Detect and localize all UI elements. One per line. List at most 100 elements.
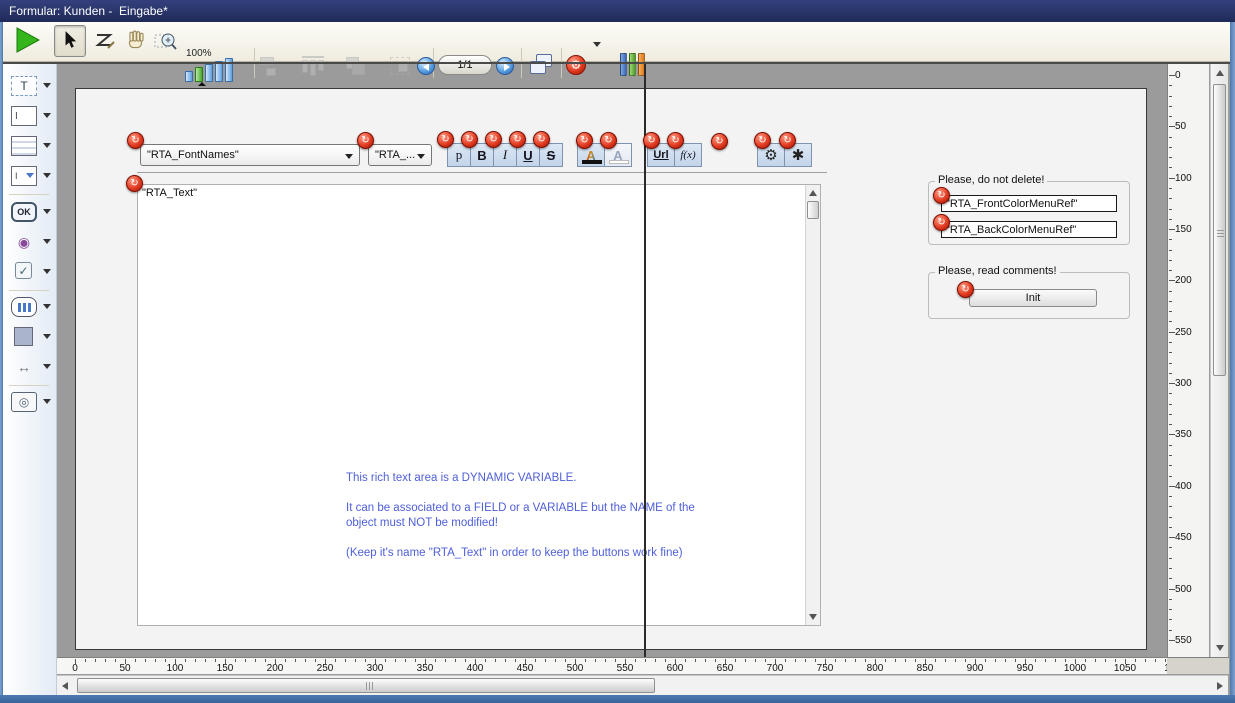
- object-method-badge[interactable]: ↻: [754, 132, 771, 149]
- object-method-badge[interactable]: ↻: [357, 132, 374, 149]
- chevron-down-icon[interactable]: [43, 209, 51, 214]
- zoom-bar-50[interactable]: [185, 71, 193, 82]
- ruler-tick: [255, 659, 256, 662]
- entry-order-tool-button[interactable]: [92, 29, 120, 55]
- ruler-tick: [305, 659, 306, 662]
- zoom-bar-100[interactable]: [195, 67, 203, 82]
- font-names-dropdown[interactable]: "RTA_FontNames": [140, 144, 360, 166]
- object-method-badge[interactable]: ↻: [576, 132, 593, 149]
- object-method-badge[interactable]: ↻: [600, 132, 617, 149]
- splitter-tool[interactable]: ↔: [7, 355, 55, 381]
- plugin-area-tool[interactable]: ◎: [7, 390, 55, 416]
- chevron-down-icon[interactable]: [43, 304, 51, 309]
- chevron-down-icon[interactable]: [43, 399, 51, 404]
- button-bar-tool[interactable]: [7, 295, 55, 321]
- object-method-badge[interactable]: ↻: [957, 281, 974, 298]
- select-tool-button[interactable]: [54, 25, 86, 57]
- checkbox-tool[interactable]: ✓: [7, 260, 55, 286]
- previous-page-button[interactable]: [417, 57, 435, 75]
- object-method-badge[interactable]: ↻: [933, 187, 950, 204]
- ruler-label: 150: [217, 663, 234, 674]
- init-button[interactable]: Init: [969, 289, 1097, 307]
- ruler-tick: [335, 659, 336, 662]
- book-icon: [620, 53, 627, 76]
- input-tool[interactable]: I: [7, 104, 55, 130]
- ruler-label: 950: [1017, 663, 1034, 674]
- form-pages-button[interactable]: [529, 53, 555, 77]
- zoom-tool-button[interactable]: [151, 28, 181, 56]
- form-properties-button[interactable]: ⚙: [566, 55, 586, 75]
- horizontal-scrollbar[interactable]: [57, 675, 1228, 695]
- rich-text-area[interactable]: "RTA_Text" This rich text area is a DYNA…: [137, 184, 821, 626]
- input-tool-icon: I: [11, 106, 37, 126]
- chevron-down-icon[interactable]: [43, 173, 51, 178]
- ruler-tick: [1169, 239, 1172, 240]
- scroll-left-icon[interactable]: [62, 682, 68, 690]
- title-bar[interactable]: Formular: Kunden - Eingabe*: [0, 0, 1235, 22]
- font-size-dropdown[interactable]: "RTA_...: [368, 144, 432, 166]
- ruler-tick: [1169, 198, 1172, 199]
- move-tool-button[interactable]: [122, 29, 150, 55]
- object-method-badge[interactable]: ↻: [461, 131, 478, 148]
- ruler-tick: [955, 659, 956, 662]
- ruler-tick: [1169, 301, 1172, 302]
- next-page-button[interactable]: [496, 57, 514, 75]
- scroll-up-icon[interactable]: [809, 190, 817, 196]
- ruler-label: 900: [967, 663, 984, 674]
- vertical-ruler: 050100150200250300350400450500550: [1167, 64, 1209, 657]
- chevron-down-icon[interactable]: [43, 364, 51, 369]
- object-method-badge[interactable]: ↻: [127, 132, 144, 149]
- vertical-scrollbar[interactable]: [1210, 64, 1228, 657]
- vertical-scroll-thumb[interactable]: [1213, 84, 1226, 376]
- listbox-tool[interactable]: [7, 134, 55, 160]
- chevron-down-icon[interactable]: [43, 334, 51, 339]
- object-method-badge[interactable]: ↻: [437, 131, 454, 148]
- ruler-tick: [1169, 219, 1172, 220]
- chevron-down-icon[interactable]: [43, 143, 51, 148]
- button-tool[interactable]: OK: [7, 200, 55, 226]
- scroll-down-icon[interactable]: [1216, 645, 1224, 651]
- object-method-badge[interactable]: ↻: [533, 131, 550, 148]
- rta-comment-paragraph: This rich text area is a DYNAMIC VARIABL…: [346, 471, 708, 486]
- object-method-badge[interactable]: ↻: [485, 131, 502, 148]
- chevron-down-icon[interactable]: [43, 113, 51, 118]
- rectangle-tool[interactable]: [7, 325, 55, 351]
- chevron-down-icon[interactable]: [593, 42, 601, 47]
- zoom-bar-200[interactable]: [205, 64, 213, 82]
- ruler-tick: [145, 659, 146, 662]
- ruler-tick: [785, 659, 786, 662]
- scroll-right-icon[interactable]: [1217, 682, 1223, 690]
- ruler-tick: [1105, 659, 1106, 662]
- radio-button-tool[interactable]: ◉: [7, 230, 55, 256]
- execute-form-button[interactable]: [14, 26, 42, 56]
- chevron-down-icon: [345, 154, 353, 159]
- ruler-label: 300: [367, 663, 384, 674]
- front-color-menu-field[interactable]: "RTA_FrontColorMenuRef": [941, 195, 1117, 212]
- chevron-down-icon[interactable]: [43, 83, 51, 88]
- ruler-tick: [1169, 373, 1172, 374]
- scroll-up-icon[interactable]: [1216, 70, 1224, 76]
- horizontal-scroll-thumb[interactable]: [77, 678, 655, 693]
- object-method-badge[interactable]: ↻: [667, 132, 684, 149]
- ruler-tick: [1169, 619, 1172, 620]
- ruler-label: 350: [417, 663, 434, 674]
- rta-scroll-thumb[interactable]: [807, 201, 819, 219]
- combo-box-tool[interactable]: I: [7, 164, 55, 190]
- back-color-menu-field[interactable]: "RTA_BackColorMenuRef": [941, 221, 1117, 238]
- chevron-down-icon[interactable]: [43, 269, 51, 274]
- chevron-down-icon[interactable]: [43, 239, 51, 244]
- object-method-badge[interactable]: ↻: [779, 132, 796, 149]
- scroll-down-icon[interactable]: [809, 614, 817, 620]
- object-method-badge[interactable]: ↻: [643, 132, 660, 149]
- rta-scrollbar[interactable]: [805, 185, 820, 625]
- ruler-label: 750: [817, 663, 834, 674]
- object-method-badge[interactable]: ↻: [509, 131, 526, 148]
- form-boundary-guide[interactable]: [644, 64, 646, 657]
- object-method-badge[interactable]: ↻: [711, 133, 728, 150]
- object-method-badge[interactable]: ↻: [126, 175, 143, 192]
- static-text-tool[interactable]: T: [7, 74, 55, 100]
- left-arrow-icon: [423, 63, 429, 71]
- zoom-marker: [198, 82, 206, 86]
- object-method-badge[interactable]: ↻: [933, 214, 950, 231]
- zoom-bar-400[interactable]: [215, 61, 223, 82]
